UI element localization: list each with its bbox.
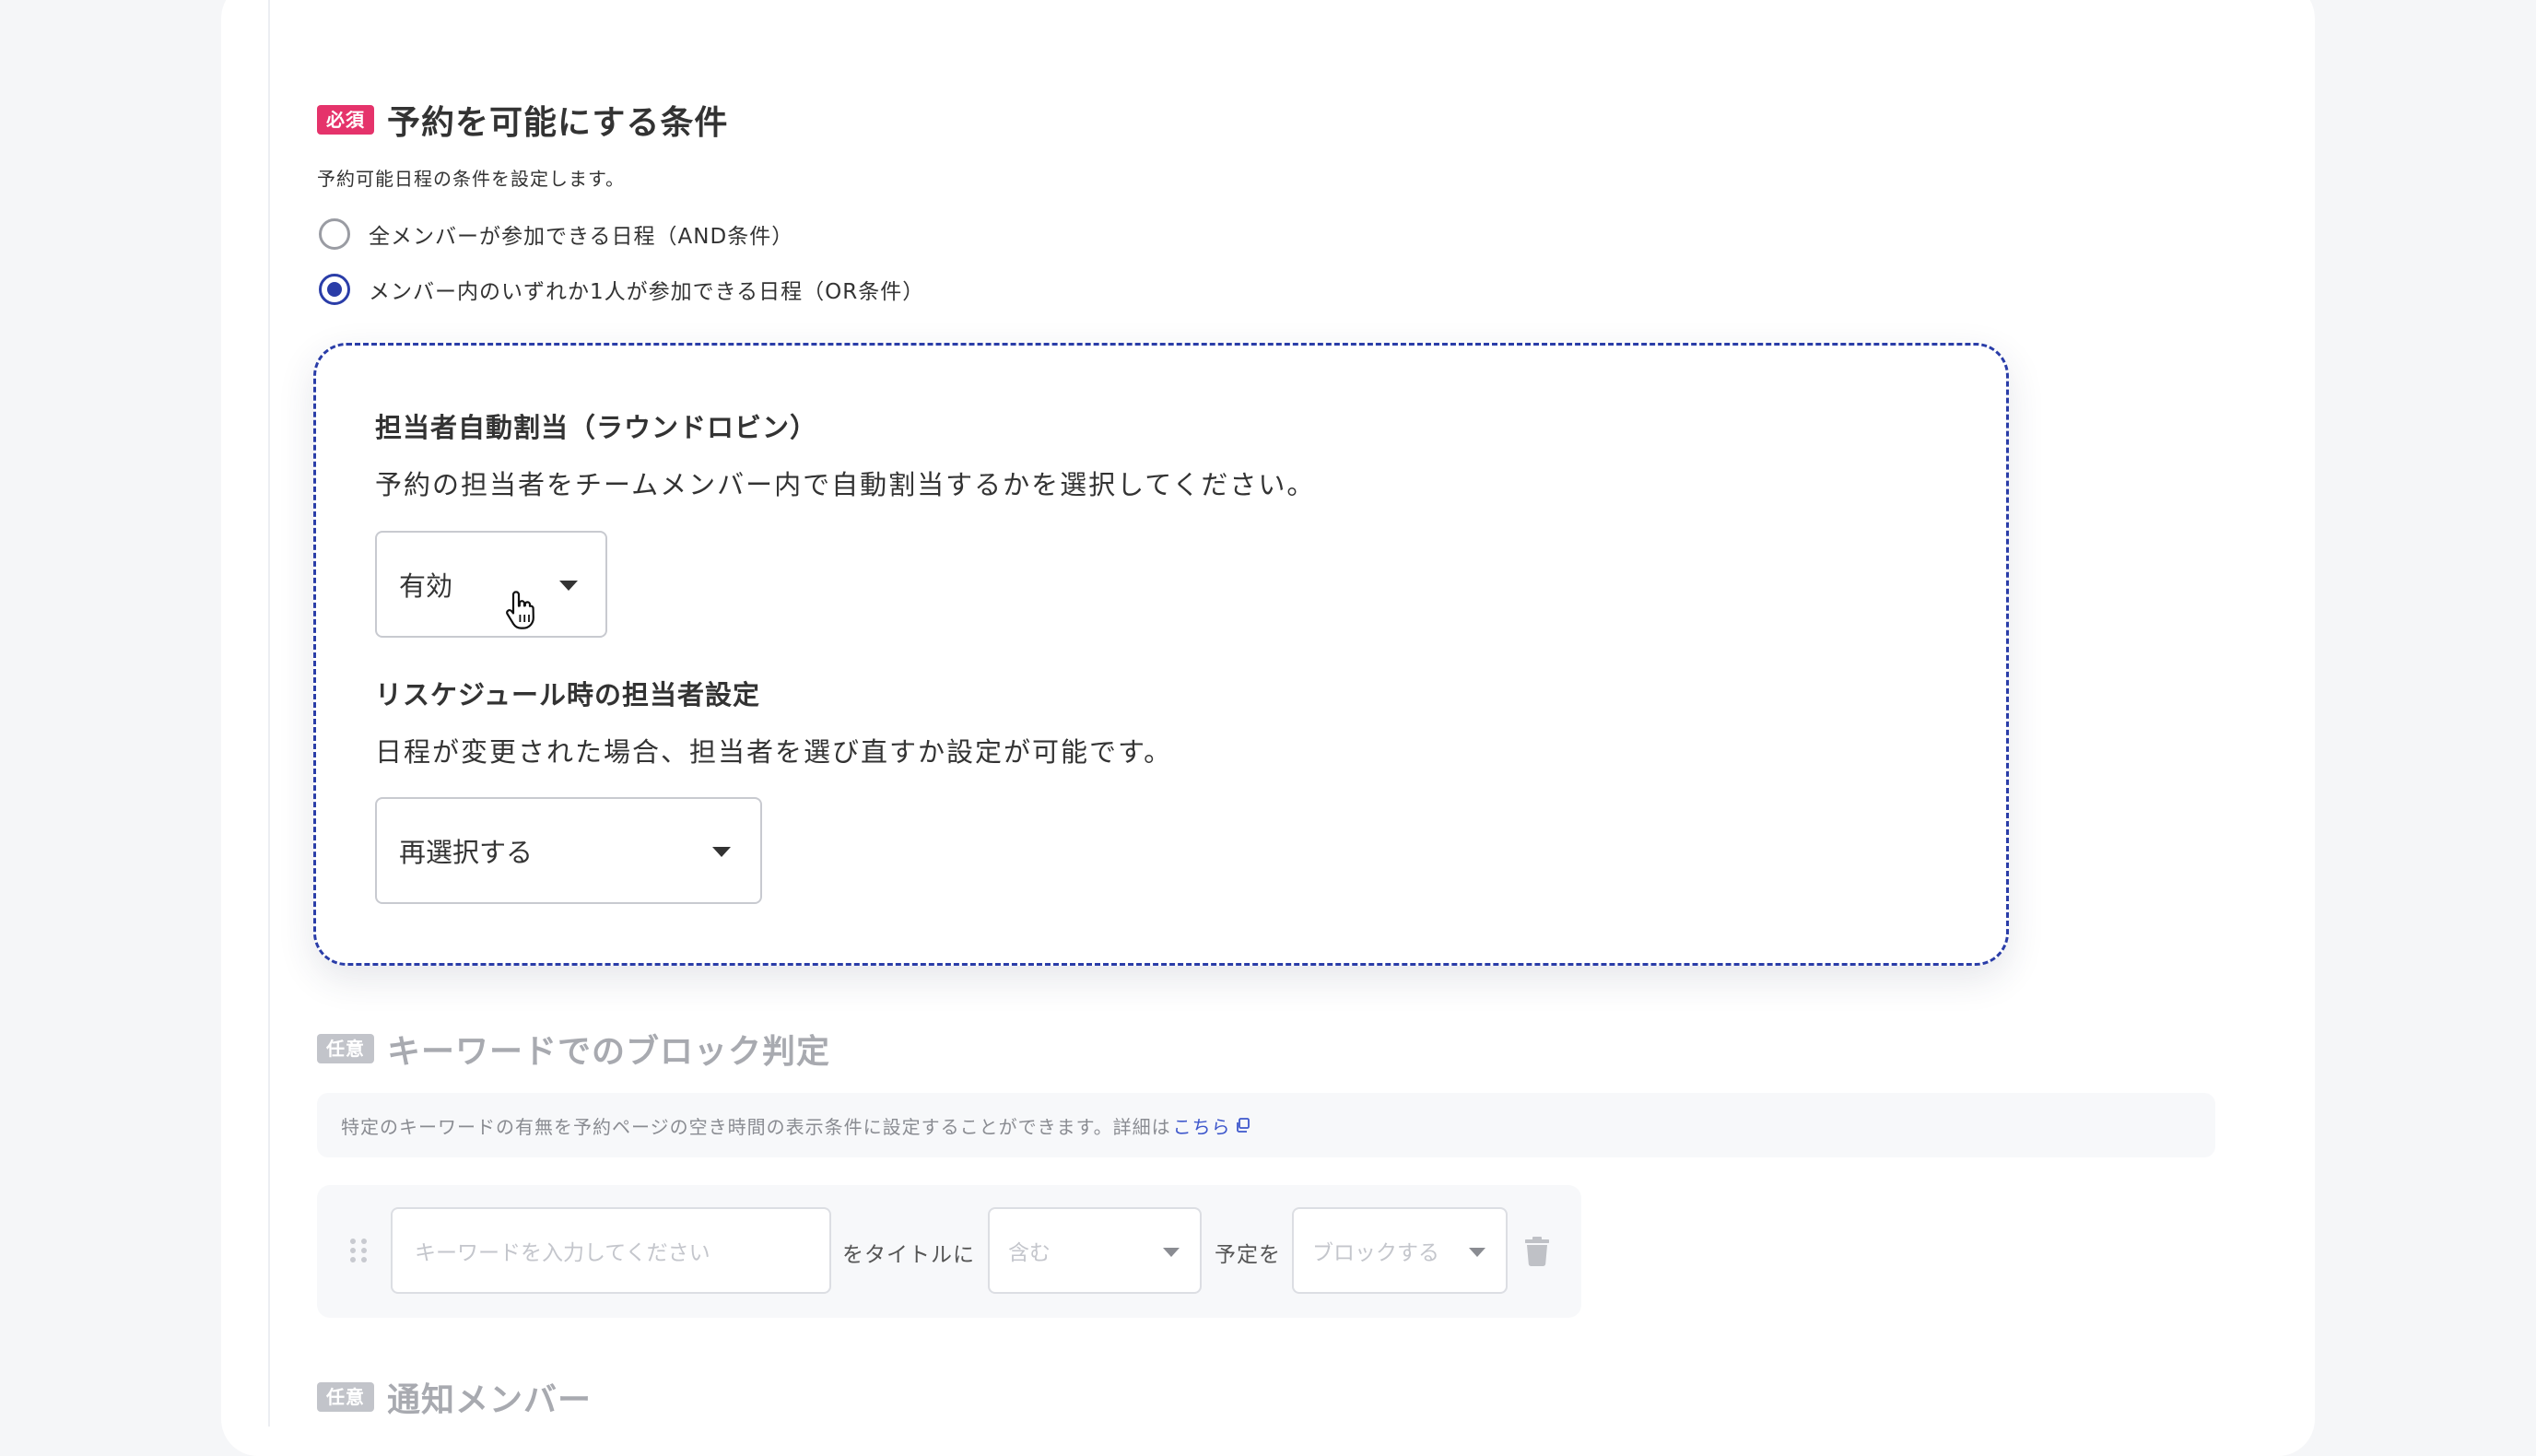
match-select[interactable]: 含む: [988, 1207, 1202, 1294]
event-label: 予定を: [1215, 1243, 1281, 1267]
radio-button-selected[interactable]: [319, 274, 350, 305]
chevron-down-icon: [559, 581, 578, 591]
keyword-block-heading: 任意 キーワードでのブロック判定: [317, 1025, 830, 1073]
hand-pointer-cursor: [506, 591, 534, 629]
action-select[interactable]: ブロックする: [1292, 1207, 1508, 1294]
round-robin-description: 予約の担当者をチームメンバー内で自動割当するかを選択してください。: [375, 469, 1316, 500]
booking-condition-description: 予約可能日程の条件を設定します。: [317, 168, 625, 190]
notify-members-heading: 任意 通知メンバー: [317, 1373, 592, 1421]
content-divider: [268, 0, 270, 1427]
round-robin-select[interactable]: 有効: [375, 531, 607, 638]
radio-or-condition[interactable]: メンバー内のいずれか1人が参加できる日程（OR条件）: [319, 274, 924, 305]
external-link-icon[interactable]: [1235, 1117, 1251, 1133]
match-select-value: 含む: [1008, 1241, 1051, 1265]
drag-handle-icon[interactable]: [350, 1239, 369, 1264]
keyword-info-text: 特定のキーワードの有無を予約ページの空き時間の表示条件に設定することができます。…: [341, 1115, 1171, 1138]
optional-badge: 任意: [317, 1034, 374, 1063]
trash-icon[interactable]: [1524, 1237, 1550, 1266]
title-label: をタイトルに: [842, 1243, 975, 1267]
booking-condition-heading: 必須 予約を可能にする条件: [317, 96, 728, 144]
keyword-info-bar: 特定のキーワードの有無を予約ページの空き時間の表示条件に設定することができます。…: [317, 1093, 2215, 1157]
reschedule-description: 日程が変更された場合、担当者を選び直すか設定が可能です。: [375, 736, 1173, 768]
details-link[interactable]: こちら: [1173, 1112, 1231, 1139]
radio-label: メンバー内のいずれか1人が参加できる日程（OR条件）: [369, 280, 925, 304]
chevron-down-icon: [712, 847, 731, 857]
round-robin-select-value: 有効: [399, 570, 453, 602]
keyword-input-placeholder: キーワードを入力してください: [415, 1241, 710, 1265]
reschedule-select-value: 再選択する: [399, 837, 534, 868]
chevron-down-icon: [1163, 1248, 1180, 1257]
booking-condition-title: 予約を可能にする条件: [387, 104, 729, 142]
keyword-input[interactable]: キーワードを入力してください: [391, 1207, 831, 1294]
action-select-value: ブロックする: [1312, 1241, 1439, 1265]
radio-button[interactable]: [319, 218, 350, 250]
reschedule-select[interactable]: 再選択する: [375, 797, 762, 904]
round-robin-title: 担当者自動割当（ラウンドロビン）: [375, 412, 818, 443]
chevron-down-icon: [1469, 1248, 1485, 1257]
keyword-block-title: キーワードでのブロック判定: [387, 1033, 831, 1071]
round-robin-panel: 担当者自動割当（ラウンドロビン） 予約の担当者をチームメンバー内で自動割当するか…: [313, 343, 2009, 966]
optional-badge: 任意: [317, 1382, 374, 1412]
reschedule-title: リスケジュール時の担当者設定: [375, 679, 760, 710]
required-badge: 必須: [317, 105, 374, 135]
notify-members-title: 通知メンバー: [387, 1381, 593, 1419]
radio-label: 全メンバーが参加できる日程（AND条件）: [369, 225, 794, 249]
radio-and-condition[interactable]: 全メンバーが参加できる日程（AND条件）: [319, 218, 793, 250]
